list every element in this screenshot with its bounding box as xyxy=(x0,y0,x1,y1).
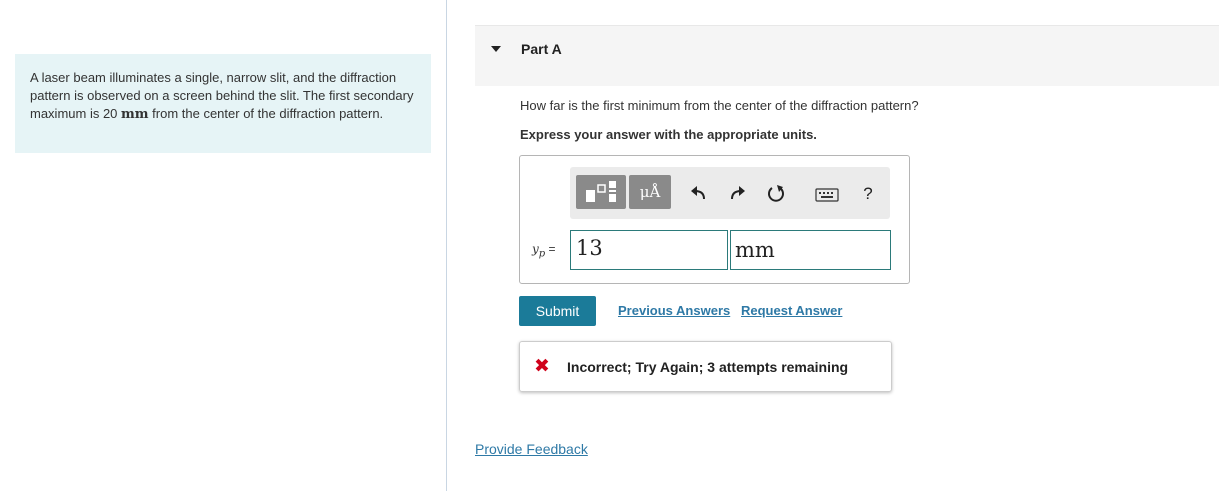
instruction-text: Express your answer with the appropriate… xyxy=(520,127,817,142)
part-title: Part A xyxy=(521,41,562,57)
part-a-header[interactable]: Part A xyxy=(475,25,1219,86)
value-input[interactable]: 13 xyxy=(570,230,728,270)
undo-icon[interactable] xyxy=(688,183,710,205)
collapse-caret-icon[interactable] xyxy=(491,46,501,52)
submit-button[interactable]: Submit xyxy=(519,296,596,326)
variable-label: yp = xyxy=(532,242,556,259)
equals-sign: = xyxy=(545,242,556,256)
problem-text-after: from the center of the diffraction patte… xyxy=(148,106,384,121)
previous-answers-link[interactable]: Previous Answers xyxy=(618,303,730,318)
units-button[interactable]: μÅ xyxy=(629,175,671,209)
request-answer-link[interactable]: Request Answer xyxy=(741,303,842,318)
left-column: A laser beam illuminates a single, narro… xyxy=(0,0,447,491)
problem-statement: A laser beam illuminates a single, narro… xyxy=(15,54,431,153)
question-text: How far is the first minimum from the ce… xyxy=(520,98,919,113)
math-toolbar: μÅ ? xyxy=(570,167,890,219)
provide-feedback-link[interactable]: Provide Feedback xyxy=(475,441,588,457)
problem-unit: mm xyxy=(121,107,149,122)
answer-box: μÅ ? yp = 13 mm xyxy=(519,155,910,284)
unit-input[interactable]: mm xyxy=(730,230,891,270)
variable-symbol: y xyxy=(532,242,539,256)
templates-icon xyxy=(586,181,616,202)
incorrect-x-icon: ✖ xyxy=(534,355,550,377)
help-button[interactable]: ? xyxy=(857,183,879,205)
reset-icon[interactable] xyxy=(765,183,787,205)
templates-button[interactable] xyxy=(576,175,626,209)
redo-icon[interactable] xyxy=(726,183,748,205)
feedback-message: ✖ Incorrect; Try Again; 3 attempts remai… xyxy=(519,341,892,392)
feedback-text: Incorrect; Try Again; 3 attempts remaini… xyxy=(567,359,849,375)
keyboard-icon[interactable] xyxy=(814,183,840,205)
